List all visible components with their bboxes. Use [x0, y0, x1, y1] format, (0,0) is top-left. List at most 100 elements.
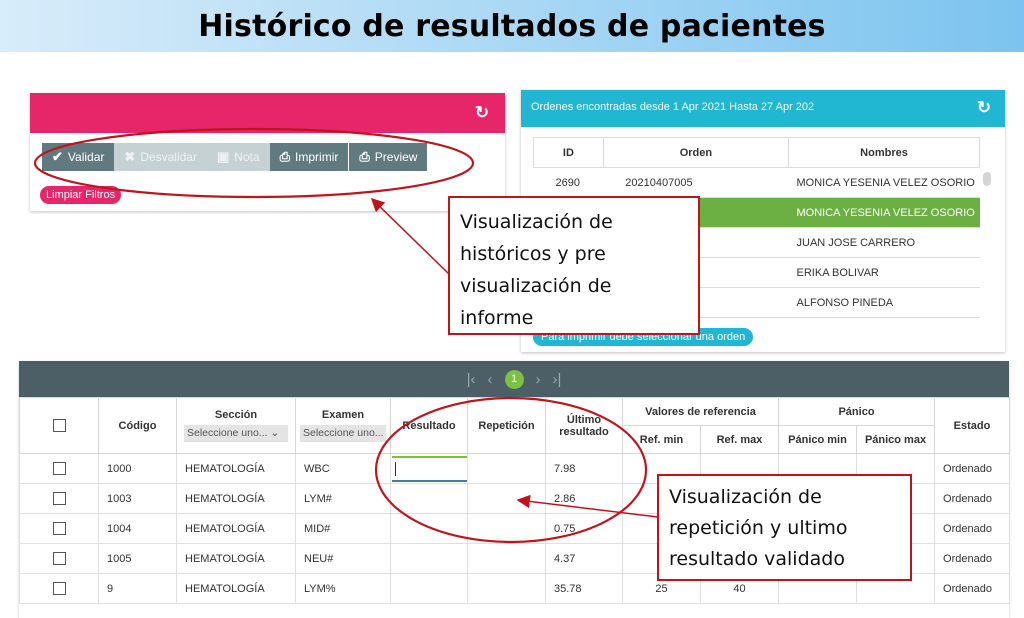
- callout-repeticion: Visualización de repetición y ultimo res…: [657, 474, 912, 581]
- header-row-1: Código Sección Seleccione uno... ⌄ Exame…: [19, 397, 1011, 454]
- callout-line: resultado validado: [669, 548, 845, 570]
- ultimo-cell: 7.98: [545, 453, 623, 484]
- patient-name: MONICA YESENIA VELEZ OSORIO: [788, 197, 980, 228]
- estado-cell: Ordenado: [934, 483, 1011, 514]
- seccion-label: Sección: [214, 409, 258, 421]
- printer-icon: ⎙: [279, 149, 291, 164]
- orders-header: Ordenes encontradas desde 1 Apr 2021 Has…: [521, 90, 1005, 127]
- patient-name: JUAN JOSE CARRERO: [788, 227, 980, 258]
- validate-label: Validar: [67, 150, 105, 164]
- refresh-icon[interactable]: ↻: [975, 99, 993, 117]
- row-checkbox[interactable]: [52, 522, 66, 535]
- seccion-cell: HEMATOLOGÍA: [176, 573, 296, 604]
- ultimo-cell: 4.37: [545, 543, 623, 574]
- refresh-icon[interactable]: ↻: [473, 104, 491, 122]
- seccion-cell: HEMATOLOGÍA: [176, 483, 296, 514]
- examen-label: Examen: [321, 409, 365, 421]
- codigo-cell: 1000: [98, 453, 177, 484]
- ultimo-cell: 35.78: [545, 573, 623, 604]
- unvalidate-button[interactable]: ✖ Desvalidar: [114, 143, 207, 171]
- codigo-cell: 1003: [98, 483, 177, 514]
- resultado-cell[interactable]: [390, 513, 468, 544]
- current-page[interactable]: 1: [504, 369, 524, 389]
- resultado-cell[interactable]: [390, 543, 468, 574]
- row-checkbox[interactable]: [52, 492, 66, 505]
- examen-filter-select[interactable]: Seleccione uno...: [300, 425, 386, 442]
- next-page-button[interactable]: ›: [536, 371, 541, 388]
- order-number: 20210407005: [603, 167, 789, 198]
- seccion-filter-select[interactable]: Seleccione uno... ⌄: [184, 425, 288, 442]
- col-header-id[interactable]: ID: [533, 137, 604, 168]
- action-toolbar: ✔ Validar ✖ Desvalidar ▣ Nota ⎙ Imprimir…: [42, 143, 428, 171]
- callout-line: Visualización de: [460, 211, 613, 233]
- seccion-filter-text: Seleccione uno...: [187, 427, 268, 439]
- col-group-panico: Pánico: [777, 397, 936, 426]
- examen-cell: NEU#: [295, 543, 391, 574]
- clear-filters-button[interactable]: Limpiar Filtros: [40, 186, 122, 204]
- row-checkbox[interactable]: [52, 582, 66, 595]
- col-header-seccion: Sección Seleccione uno... ⌄: [176, 397, 296, 454]
- estado-cell: Ordenado: [934, 453, 1011, 484]
- codigo-cell: 1005: [98, 543, 177, 574]
- row-checkbox[interactable]: [52, 552, 66, 565]
- row-select-cell: [19, 543, 99, 574]
- print-label: Imprimir: [295, 150, 339, 164]
- callout-line: repetición y ultimo: [669, 517, 848, 539]
- orders-date-range: Ordenes encontradas desde 1 Apr 2021 Has…: [531, 101, 815, 113]
- prev-page-button[interactable]: ‹: [488, 371, 493, 388]
- check-icon: ✔: [52, 149, 63, 164]
- chevron-down-icon: ⌄: [270, 427, 280, 439]
- col-header-ref-min[interactable]: Ref. min: [622, 425, 701, 454]
- repeticion-cell: [467, 543, 546, 574]
- resultado-cell: [390, 453, 468, 484]
- row-select-cell: [19, 513, 99, 544]
- col-header-nombres[interactable]: Nombres: [788, 137, 980, 168]
- panel-header: ↻: [30, 93, 505, 133]
- results-actions-panel: ↻ ✔ Validar ✖ Desvalidar ▣ Nota ⎙ Imprim…: [30, 93, 505, 211]
- callout-line: históricos y pre: [460, 243, 606, 265]
- select-all-cell: [19, 397, 99, 454]
- title-banner: Histórico de resultados de pacientes: [0, 0, 1024, 52]
- note-icon: ▣: [216, 149, 230, 164]
- seccion-cell: HEMATOLOGÍA: [176, 513, 296, 544]
- resultado-cell[interactable]: [390, 573, 468, 604]
- col-header-panico-min[interactable]: Pánico min: [778, 425, 857, 454]
- resultado-cell[interactable]: [390, 483, 468, 514]
- first-page-button[interactable]: |‹: [467, 371, 476, 388]
- ultimo-cell: 0.75: [545, 513, 623, 544]
- examen-cell: LYM#: [295, 483, 391, 514]
- estado-cell: Ordenado: [934, 573, 1011, 604]
- col-header-orden[interactable]: Orden: [602, 137, 790, 168]
- seccion-cell: HEMATOLOGÍA: [176, 543, 296, 574]
- col-header-codigo[interactable]: Código: [98, 397, 177, 454]
- print-button[interactable]: ⎙ Imprimir: [269, 143, 349, 171]
- col-header-estado[interactable]: Estado: [934, 397, 1011, 454]
- note-label: Nota: [234, 150, 260, 164]
- note-button[interactable]: ▣ Nota: [206, 143, 270, 171]
- seccion-cell: HEMATOLOGÍA: [176, 453, 296, 484]
- callout-line: informe: [460, 307, 534, 329]
- col-header-ref-max[interactable]: Ref. max: [700, 425, 779, 454]
- row-select-cell: [19, 483, 99, 514]
- repeticion-cell: [467, 453, 546, 484]
- col-header-ultimo[interactable]: Último resultado: [545, 397, 623, 454]
- col-header-repeticion[interactable]: Repetición: [467, 397, 546, 454]
- printer-icon: ⎙: [359, 149, 370, 164]
- orders-scrollbar[interactable]: [983, 172, 991, 186]
- order-row[interactable]: 2690 20210407005 MONICA YESENIA VELEZ OS…: [533, 167, 980, 198]
- last-page-button[interactable]: ›|: [553, 371, 562, 388]
- col-header-panico-max[interactable]: Pánico max: [855, 425, 936, 454]
- resultado-input[interactable]: [392, 455, 468, 482]
- codigo-cell: 1004: [98, 513, 177, 544]
- preview-button[interactable]: ⎙ Preview: [349, 143, 428, 171]
- repeticion-cell: [467, 573, 546, 604]
- examen-filter-text: Seleccione uno...: [303, 427, 384, 439]
- col-header-resultado[interactable]: Resultado: [390, 397, 468, 454]
- page-title: Histórico de resultados de pacientes: [198, 8, 826, 44]
- col-header-examen: Examen Seleccione uno...: [295, 397, 391, 454]
- row-checkbox[interactable]: [52, 462, 66, 475]
- select-all-checkbox[interactable]: [52, 419, 66, 432]
- estado-cell: Ordenado: [934, 513, 1011, 544]
- repeticion-cell: [467, 513, 546, 544]
- validate-button[interactable]: ✔ Validar: [42, 143, 115, 171]
